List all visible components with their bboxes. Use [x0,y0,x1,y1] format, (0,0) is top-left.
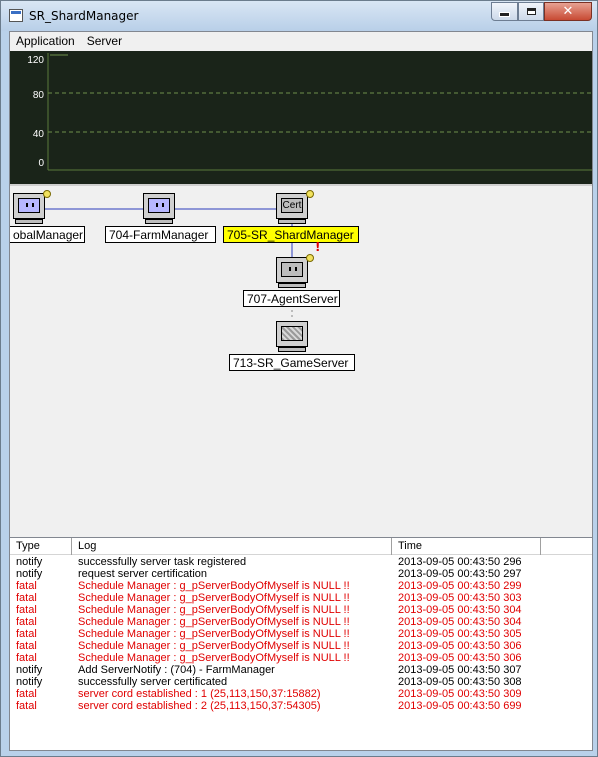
y-tick-label: 40 [33,129,45,140]
log-rows: notify successfully server task registere… [10,556,592,712]
log-type-cell: notify [16,556,43,568]
node-label-shardmanager[interactable]: 705-SR_ShardManager [223,226,359,243]
log-message-cell: Schedule Manager : g_pServerBodyOfMyself… [78,580,350,592]
log-type-cell: fatal [16,604,37,616]
log-time-cell: 2013-09-05 00:43:50 307 [398,664,522,676]
log-type-cell: fatal [16,580,37,592]
node-label-farmmanager[interactable]: 704-FarmManager [105,226,216,243]
log-message-cell: Schedule Manager : g_pServerBodyOfMyself… [78,604,350,616]
node-label-gameserver[interactable]: 713-SR_GameServer [229,354,355,371]
menu-server[interactable]: Server [81,32,128,51]
computer-icon[interactable] [143,193,175,227]
y-tick-label: 0 [38,158,44,169]
log-list[interactable]: Type Log Time notify successfully server … [10,537,592,750]
graph-canvas: 120 80 40 0 [27,53,592,171]
log-type-cell: fatal [16,700,37,712]
plug-icon [306,190,314,198]
computer-icon[interactable] [276,321,308,355]
log-message-cell: server cord established : 1 (25,113,150,… [78,688,321,700]
log-row[interactable]: notify request server certification 2013-0… [10,568,592,580]
log-time-cell: 2013-09-05 00:43:50 304 [398,616,522,628]
plug-icon [306,254,314,262]
log-message-cell: successfully server task registered [78,556,247,568]
menu-bar: Application Server [10,32,592,51]
log-row[interactable]: fatal Schedule Manager : g_pServerBodyOfM… [10,604,592,616]
log-type-cell: notify [16,664,43,676]
y-tick-label: 120 [27,55,44,66]
log-time-cell: 2013-09-05 00:43:50 699 [398,700,522,712]
minimize-button[interactable] [491,2,518,21]
log-type-cell: fatal [16,640,37,652]
log-type-cell: notify [16,676,43,688]
maximize-icon [526,8,536,15]
app-icon [9,9,23,22]
log-row[interactable]: fatal Schedule Manager : g_pServerBodyOfM… [10,616,592,628]
log-message-cell: successfully server certificated [78,676,228,688]
log-time-cell: 2013-09-05 00:43:50 296 [398,556,522,568]
log-type-cell: fatal [16,592,37,604]
log-row[interactable]: fatal Schedule Manager : g_pServerBodyOfM… [10,652,592,664]
log-time-cell: 2013-09-05 00:43:50 308 [398,676,522,688]
log-header: Type Log Time [10,538,592,555]
client-area: Application Server 120 80 40 0 obalManag… [9,31,593,751]
log-type-cell: fatal [16,628,37,640]
computer-icon[interactable] [276,257,308,291]
computer-icon[interactable] [13,193,45,227]
column-header-time[interactable]: Time [392,538,541,555]
log-row[interactable]: fatal Schedule Manager : g_pServerBodyOfM… [10,592,592,604]
window-title: SR_ShardManager [29,9,139,23]
log-row[interactable]: fatal Schedule Manager : g_pServerBodyOfM… [10,628,592,640]
title-bar[interactable]: SR_ShardManager ✕ [1,1,597,31]
menu-application[interactable]: Application [10,32,81,51]
log-message-cell: Schedule Manager : g_pServerBodyOfMyself… [78,628,350,640]
certified-computer-icon[interactable]: Cert [276,193,308,227]
log-message-cell: Add ServerNotify : (704) - FarmManager [78,664,275,676]
minimize-icon [499,12,510,17]
log-row[interactable]: fatal Schedule Manager : g_pServerBodyOfM… [10,580,592,592]
log-time-cell: 2013-09-05 00:43:50 309 [398,688,522,700]
log-row[interactable]: fatal server cord established : 2 (25,113… [10,700,592,712]
log-message-cell: Schedule Manager : g_pServerBodyOfMyself… [78,640,350,652]
log-row[interactable]: fatal Schedule Manager : g_pServerBodyOfM… [10,640,592,652]
log-message-cell: server cord established : 2 (25,113,150,… [78,700,321,712]
log-row[interactable]: notify Add ServerNotify : (704) - FarmMan… [10,664,592,676]
log-message-cell: Schedule Manager : g_pServerBodyOfMyself… [78,652,350,664]
node-label-globalmanager[interactable]: obalManager [10,226,85,243]
log-time-cell: 2013-09-05 00:43:50 306 [398,640,522,652]
log-message-cell: Schedule Manager : g_pServerBodyOfMyself… [78,616,350,628]
log-time-cell: 2013-09-05 00:43:50 305 [398,628,522,640]
log-time-cell: 2013-09-05 00:43:50 304 [398,604,522,616]
app-window: SR_ShardManager ✕ Application Server 120… [0,0,598,757]
log-time-cell: 2013-09-05 00:43:50 303 [398,592,522,604]
log-row[interactable]: fatal server cord established : 1 (25,113… [10,688,592,700]
log-type-cell: fatal [16,688,37,700]
log-row[interactable]: notify successfully server task registere… [10,556,592,568]
plug-icon [43,190,51,198]
server-topology-view[interactable]: obalManager 704-FarmManager Cert 705-SR_… [10,188,592,535]
performance-graph: 120 80 40 0 [10,51,592,186]
log-type-cell: fatal [16,616,37,628]
close-icon: ✕ [562,4,574,19]
log-type-cell: fatal [16,652,37,664]
column-header-type[interactable]: Type [10,538,72,555]
alert-icon: ! [315,240,321,254]
log-time-cell: 2013-09-05 00:43:50 299 [398,580,522,592]
log-time-cell: 2013-09-05 00:43:50 306 [398,652,522,664]
log-time-cell: 2013-09-05 00:43:50 297 [398,568,522,580]
maximize-button[interactable] [518,2,544,21]
log-message-cell: Schedule Manager : g_pServerBodyOfMyself… [78,592,350,604]
column-header-log[interactable]: Log [72,538,392,555]
log-row[interactable]: notify successfully server certificated 20… [10,676,592,688]
log-type-cell: notify [16,568,43,580]
close-button[interactable]: ✕ [544,2,592,21]
log-message-cell: request server certification [78,568,207,580]
y-tick-label: 80 [33,90,45,101]
node-label-agentserver[interactable]: 707-AgentServer [243,290,340,307]
cert-label: Cert [282,200,302,211]
